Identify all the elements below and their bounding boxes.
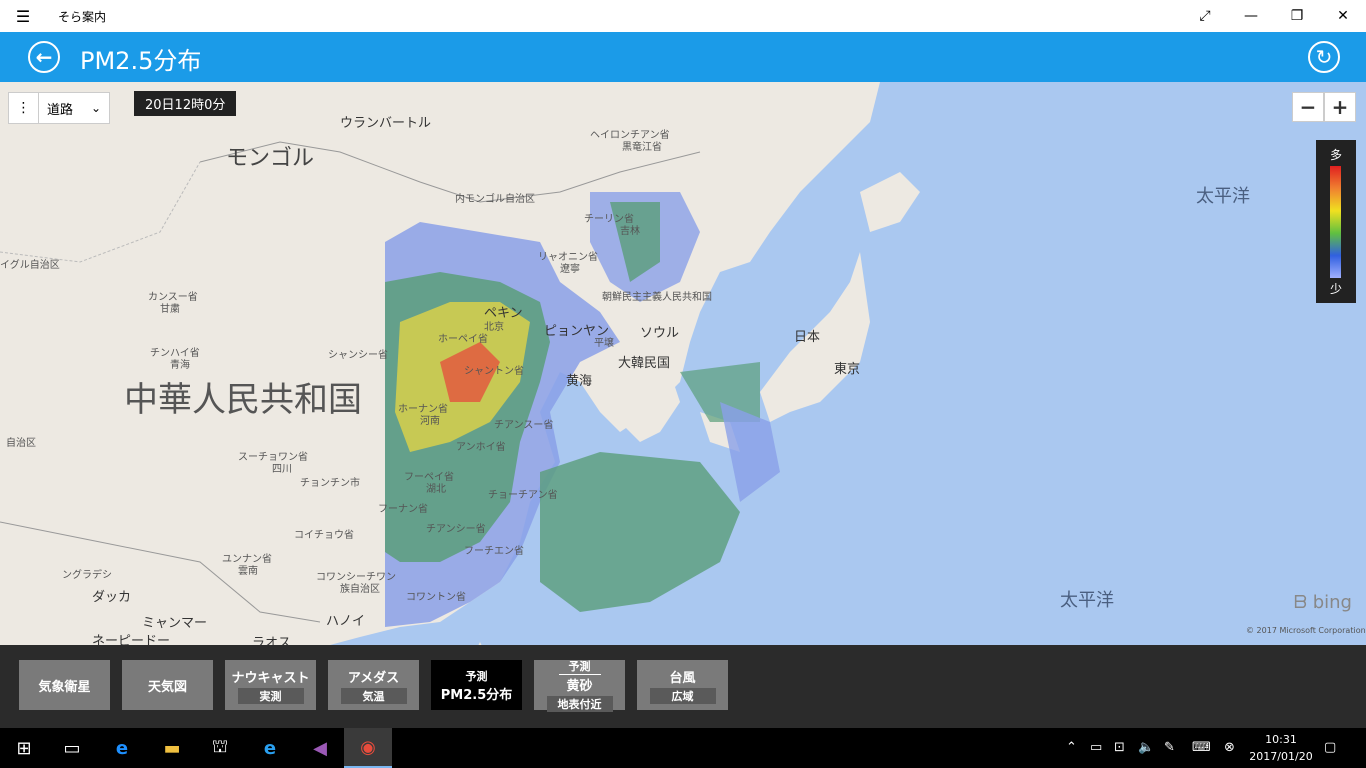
map-label: コワントン省 (406, 592, 466, 603)
map-label: シャントン省 (464, 366, 524, 377)
map-label: 河南 (420, 416, 440, 427)
map-label: 青海 (170, 360, 190, 371)
map-view[interactable]: モンゴル ウランバートル ヘイロンチアン省 黒竜江省 内モンゴル自治区 イグル自… (0, 82, 1366, 645)
map-label: ウランバートル (340, 116, 432, 131)
legend-low: 少 (1329, 282, 1342, 296)
map-label: チアンスー省 (494, 420, 554, 431)
arrow-left-icon: ← (35, 45, 53, 69)
bottom-nav: 気象衛星 天気図 ナウキャスト 実測 アメダス 気温 予測 PM2.5分布 予測… (0, 645, 1366, 728)
visual-studio-icon[interactable]: ◀ (296, 728, 344, 768)
volume-icon[interactable]: 🔈 (1138, 740, 1154, 755)
map-label: アンホイ省 (456, 442, 506, 453)
nav-weather-map-button[interactable]: 天気図 (122, 660, 213, 710)
sora-annai-taskbar-icon[interactable]: ◉ (344, 728, 392, 768)
nav-pm25-button[interactable]: 予測 PM2.5分布 (431, 660, 522, 710)
fullscreen-icon[interactable]: ⤢ (1182, 0, 1228, 32)
map-label: 湖北 (426, 484, 446, 495)
map-label: ハノイ (326, 614, 366, 629)
map-label: 大韓民国 (618, 356, 671, 371)
map-label: フーチエン省 (464, 546, 524, 557)
map-label: 黒竜江省 (622, 142, 662, 153)
map-label: 朝鮮民主主義人民共和国 (602, 292, 712, 303)
nav-typhoon-button[interactable]: 台風 広域 (637, 660, 728, 710)
nav-satellite-button[interactable]: 気象衛星 (19, 660, 110, 710)
map-label: チアンシー省 (426, 524, 486, 535)
store-icon[interactable]: ⛫ (196, 728, 244, 768)
map-label: フーナン省 (378, 504, 428, 515)
notification-icon[interactable]: ▢ (1324, 740, 1336, 755)
map-label: ラオス (252, 636, 292, 645)
nav-nowcast-button[interactable]: ナウキャスト 実測 (225, 660, 316, 710)
map-label-ocean: 太平洋 (1060, 590, 1114, 611)
legend-gradient (1330, 166, 1341, 278)
map-copyright: © 2017 Microsoft Corporation (1246, 626, 1366, 635)
map-label: ネーピードー (92, 634, 171, 645)
map-style-value: 道路 (47, 102, 74, 118)
nav-amedas-button[interactable]: アメダス 気温 (328, 660, 419, 710)
map-label: モンゴル (226, 146, 315, 171)
nav-kosa-button[interactable]: 予測 黄砂 地表付近 (534, 660, 625, 712)
map-label: チョンチン市 (300, 478, 360, 489)
map-label: 自治区 (6, 438, 36, 449)
page-title: PM2.5分布 (80, 47, 202, 75)
map-label: イグル自治区 (0, 260, 60, 271)
start-icon[interactable]: ⊞ (0, 728, 48, 768)
keyboard-icon[interactable]: ⌨ (1192, 740, 1211, 755)
refresh-icon: ↻ (1315, 45, 1333, 69)
window-titlebar: ☰ そら案内 ⤢ — ❐ ✕ (0, 0, 1366, 32)
pm25-legend: 多 少 (1316, 140, 1356, 303)
legend-high: 多 (1329, 148, 1342, 162)
layers-icon[interactable]: ⋮ (9, 93, 39, 123)
zoom-in-button[interactable]: + (1324, 92, 1356, 122)
chevron-up-icon[interactable]: ⌃ (1066, 740, 1077, 755)
forecast-timestamp: 20日12時0分 (134, 91, 237, 116)
network-icon[interactable]: ⊡ (1114, 740, 1125, 755)
bing-icon: ᗷ (1294, 592, 1313, 613)
ie-icon[interactable]: e (246, 728, 294, 768)
map-label: 雲南 (238, 566, 258, 577)
map-label: ングラデシ (62, 570, 112, 581)
map-label-country: 中華人民共和国 (124, 380, 362, 420)
back-button[interactable]: ← (28, 41, 60, 73)
task-view-icon[interactable]: ▭ (48, 728, 96, 768)
page-header: ← PM2.5分布 ↻ (0, 32, 1366, 82)
map-label: 東京 (834, 362, 861, 377)
hamburger-icon[interactable]: ☰ (12, 6, 34, 26)
map-label-ocean: 太平洋 (1196, 186, 1250, 207)
map-label: 平壌 (594, 338, 614, 349)
close-icon[interactable]: ✕ (1320, 0, 1366, 32)
map-label: シャンシー省 (328, 350, 388, 361)
map-label: チョーチアン省 (488, 490, 558, 501)
edge-icon[interactable]: e (98, 728, 146, 768)
map-label: 内モンゴル自治区 (455, 194, 535, 205)
map-label: 日本 (794, 330, 821, 345)
close-circle-icon[interactable]: ⊗ (1224, 740, 1235, 755)
map-label: ダッカ (92, 590, 132, 605)
bing-logo: ᗷ bing (1294, 592, 1352, 613)
map-canvas (0, 82, 920, 645)
map-label: ホーペイ省 (438, 334, 488, 345)
windows-taskbar: ⊞ ▭ e ▬ ⛫ e ◀ ◉ ⌃ ▭ ⊡ 🔈 ✎ ⌨ ⊗ 10:31 2017… (0, 728, 1366, 768)
refresh-button[interactable]: ↻ (1308, 41, 1340, 73)
app-name: そら案内 (58, 10, 107, 24)
restore-icon[interactable]: ❐ (1274, 0, 1320, 32)
map-label: ソウル (640, 326, 680, 341)
map-label: 族自治区 (340, 584, 380, 595)
minimize-icon[interactable]: — (1228, 0, 1274, 32)
map-label: コイチョウ省 (294, 530, 354, 541)
pen-icon[interactable]: ✎ (1164, 740, 1175, 755)
file-explorer-icon[interactable]: ▬ (148, 728, 196, 768)
chevron-down-icon: ⌄ (90, 101, 101, 115)
map-label: 四川 (272, 464, 292, 475)
battery-icon[interactable]: ▭ (1090, 740, 1102, 755)
map-label: 遼寧 (560, 264, 580, 275)
map-style-select[interactable]: ⋮ 道路 ⌄ (8, 92, 110, 124)
map-label: 吉林 (620, 226, 640, 237)
taskbar-clock[interactable]: 10:31 2017/01/20 (1246, 731, 1316, 765)
map-label: ミャンマー (142, 616, 208, 631)
map-label: 甘粛 (160, 304, 180, 315)
map-label: 黄海 (566, 374, 593, 389)
zoom-out-button[interactable]: − (1292, 92, 1324, 122)
